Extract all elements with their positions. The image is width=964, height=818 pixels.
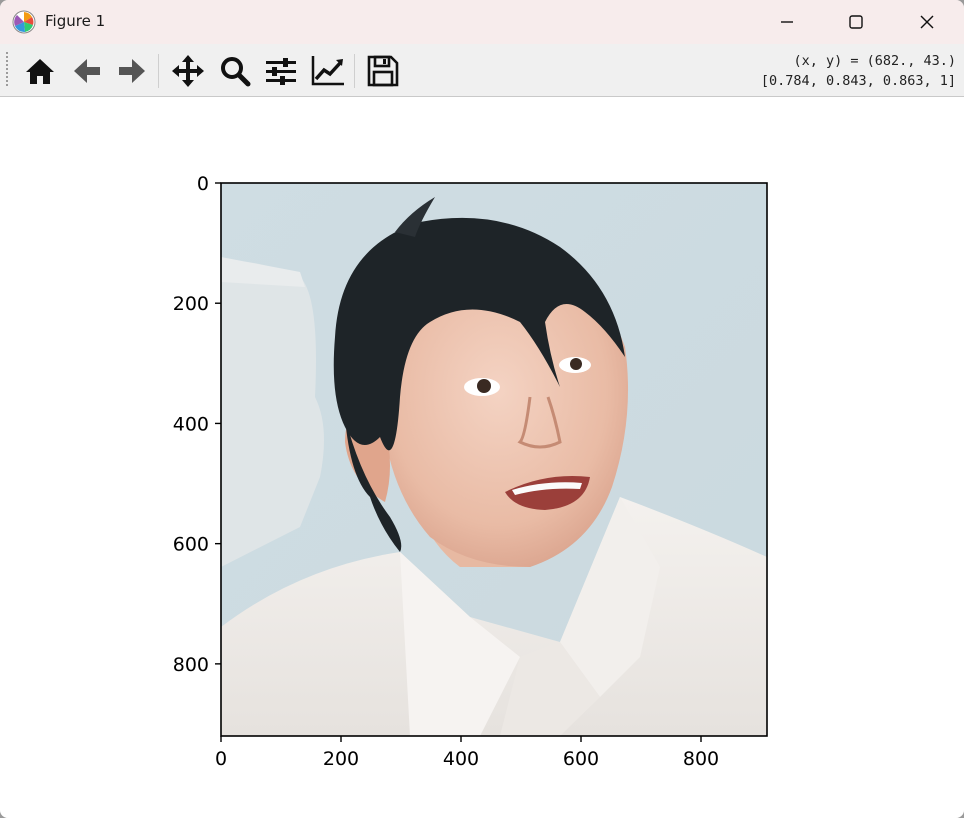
cursor-pixel-value-readout: [0.784, 0.843, 0.863, 1]	[760, 73, 956, 89]
cursor-coordinate-readout: (x, y) = (682., 43.) [0.784, 0.843, 0.863…	[761, 51, 956, 91]
save-button[interactable]	[365, 53, 401, 89]
x-tick-label: 800	[683, 748, 719, 770]
x-tick-label: 400	[443, 748, 479, 770]
toolbar-grip[interactable]	[6, 52, 8, 88]
minimize-icon	[781, 21, 793, 23]
x-axis: 0 200 400 600 800	[215, 736, 719, 770]
cursor-xy-readout: (x, y) = (682., 43.)	[793, 53, 956, 69]
figure-canvas[interactable]: 0 200 400 600 800 0 200 400 600 800	[0, 97, 964, 818]
edit-axes-icon	[311, 56, 344, 86]
y-axis: 0 200 400 600 800	[173, 173, 221, 676]
zoom-icon	[221, 57, 251, 87]
home-button[interactable]	[22, 53, 58, 89]
y-tick-label: 200	[173, 293, 209, 315]
matplotlib-figure-window: Figure 1 (x, y) = (682., 43.) [0.784, 0.…	[0, 0, 964, 818]
maximize-button[interactable]	[833, 0, 879, 44]
y-tick-label: 800	[173, 654, 209, 676]
close-button[interactable]	[904, 0, 950, 44]
minimize-button[interactable]	[764, 0, 810, 44]
zoom-button[interactable]	[217, 53, 253, 89]
back-arrow-icon	[74, 59, 100, 83]
configure-subplots-button[interactable]	[263, 53, 299, 89]
y-tick-label: 0	[197, 173, 209, 195]
forward-button[interactable]	[114, 53, 150, 89]
save-icon	[367, 55, 399, 87]
matplotlib-logo-icon	[12, 10, 36, 34]
axes[interactable]: 0 200 400 600 800 0 200 400 600 800	[0, 97, 964, 818]
photo-image	[221, 183, 767, 736]
window-title: Figure 1	[45, 12, 106, 30]
x-tick-label: 200	[323, 748, 359, 770]
navigation-toolbar: (x, y) = (682., 43.) [0.784, 0.843, 0.863…	[0, 44, 964, 97]
toolbar-separator	[158, 54, 159, 88]
y-tick-label: 400	[173, 413, 209, 435]
home-icon	[26, 59, 54, 84]
back-button[interactable]	[69, 53, 105, 89]
x-tick-label: 0	[215, 748, 227, 770]
close-icon	[920, 15, 934, 29]
toolbar-separator	[354, 54, 355, 88]
y-tick-label: 600	[173, 534, 209, 556]
pan-button[interactable]	[170, 53, 206, 89]
title-bar[interactable]: Figure 1	[0, 0, 964, 44]
subplots-icon	[266, 58, 296, 85]
maximize-icon	[849, 15, 863, 29]
pan-icon	[172, 55, 204, 87]
edit-axes-button[interactable]	[310, 53, 346, 89]
forward-arrow-icon	[119, 59, 145, 83]
x-tick-label: 600	[563, 748, 599, 770]
